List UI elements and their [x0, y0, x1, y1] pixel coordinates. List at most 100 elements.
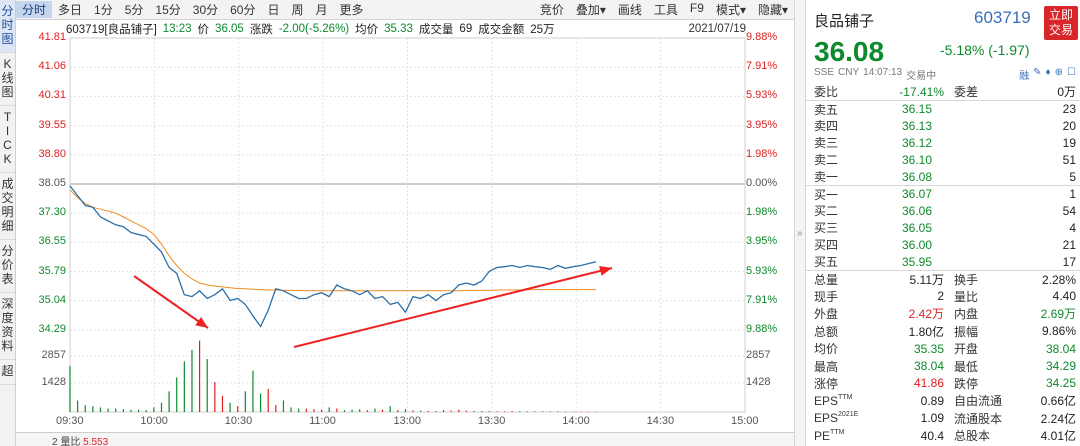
period-tab-9[interactable]: 月 [310, 1, 334, 18]
period-tab-8[interactable]: 周 [286, 1, 310, 18]
toolbar-item-3[interactable]: 工具 [648, 1, 684, 18]
quote-panel: 良品铺子 603719 立即 交易 36.08 -5.18% (-1.97) SS… [806, 0, 1080, 446]
order-book-row: 买五 35.95 17 [806, 253, 1080, 270]
stats-row: PETTM 40.4 总股本 4.01亿 [806, 427, 1080, 444]
order-book-price: 36.10 [901, 152, 932, 167]
price-value: 36.05 [215, 23, 244, 35]
stat-label: 总量 [814, 273, 839, 288]
panel-tool-icon-3[interactable]: ⊕ [1055, 67, 1063, 82]
intraday-chart[interactable] [16, 36, 794, 432]
period-tab-0[interactable]: 分时 [16, 1, 53, 18]
amount-label: 成交金额 [478, 24, 525, 36]
last-price: 36.08 [814, 36, 885, 67]
order-book-label: 买四 [814, 238, 839, 253]
exchange: SSE [814, 67, 835, 78]
y-tick-right: 9.88% [746, 323, 778, 335]
stat-value: 38.04 [1045, 341, 1076, 356]
side-tab-6[interactable]: 超 [0, 360, 15, 385]
stat-label: 总额 [814, 324, 839, 339]
panel-tool-icon-1[interactable]: ✎ [1033, 67, 1041, 82]
toolbar-item-1[interactable]: 叠加▾ [570, 1, 612, 18]
side-tab-2[interactable]: TICK [0, 106, 15, 173]
stat-value: 4.01亿 [1040, 429, 1076, 444]
side-tab-4[interactable]: 分价表 [0, 240, 15, 293]
volume-tick-left: 1428 [41, 376, 66, 388]
toolbar-item-4[interactable]: F9 [684, 1, 710, 18]
y-tick-left: 37.30 [38, 206, 66, 219]
period-tab-1[interactable]: 多日 [52, 1, 88, 18]
period-tab-3[interactable]: 5分 [119, 1, 150, 18]
market-status-line: SSE CNY 14:07:13 交易中 融 ✎ ♦ ⊕ ☐ [814, 67, 1076, 82]
vertical-tab-bar: 分时图K线图TICK成交明细分价表深度资料超 [0, 0, 16, 446]
volume-ratio-value: 5.553 [83, 437, 109, 446]
side-tab-char: T [3, 110, 12, 124]
order-book-volume: 1 [1069, 187, 1076, 202]
collapse-arrow-icon[interactable]: » [797, 228, 803, 239]
stock-code: 603719 [974, 8, 1031, 27]
stat-label: 涨停 [814, 376, 839, 391]
order-book-price: 35.95 [901, 254, 932, 269]
y-tick-left: 41.06 [38, 60, 66, 73]
stock-name: 良品铺子 [814, 13, 875, 30]
order-book-row: 买四 36.00 21 [806, 236, 1080, 253]
side-tab-0[interactable]: 分时图 [0, 0, 15, 53]
side-tab-char: 度 [1, 311, 14, 325]
panel-tool-icon-4[interactable]: ☐ [1067, 67, 1076, 82]
period-tab-6[interactable]: 60分 [224, 1, 261, 18]
panel-tool-icon-0[interactable]: 融 [1019, 67, 1029, 82]
panel-tool-icon-2[interactable]: ♦ [1046, 67, 1051, 82]
side-tab-char: 分 [1, 4, 14, 18]
x-tick: 10:00 [140, 415, 168, 427]
y-tick-left: 40.31 [38, 89, 66, 102]
annotation-arrow-up-shaft [293, 267, 613, 348]
panel-splitter[interactable]: » [794, 0, 806, 446]
trade-now-button[interactable]: 立即 交易 [1044, 6, 1078, 40]
order-book-row: 买一 36.07 1 [806, 185, 1080, 202]
volume-value: 69 [459, 23, 473, 35]
avg-value: 35.33 [384, 23, 413, 35]
period-tab-2[interactable]: 1分 [88, 1, 119, 18]
stat-label-sup: TTM [838, 393, 853, 401]
order-book-row: 卖五 36.15 23 [806, 100, 1080, 117]
stat-value: 9.86% [1041, 324, 1076, 339]
x-tick: 15:00 [731, 415, 759, 427]
y-tick-left: 36.55 [38, 235, 66, 248]
side-tab-5[interactable]: 深度资料 [0, 293, 15, 360]
stats-row: 均价 35.35 开盘 38.04 [806, 340, 1080, 357]
volume-tick-right: 2857 [746, 349, 771, 361]
period-tab-7[interactable]: 日 [261, 1, 285, 18]
stat-label: 开盘 [954, 342, 979, 357]
period-tab-5[interactable]: 30分 [187, 1, 224, 18]
toolbar-item-0[interactable]: 竞价 [534, 1, 570, 18]
period-tab-4[interactable]: 15分 [149, 1, 186, 18]
y-tick-right: 5.93% [746, 89, 778, 102]
stats-row: 外盘 2.42万 内盘 2.69万 [806, 305, 1080, 322]
order-book-label: 买五 [814, 255, 839, 270]
stats-row: 涨停 41.86 跌停 34.25 [806, 375, 1080, 392]
stat-value: 2.69万 [1040, 307, 1076, 322]
y-tick-left: 34.29 [38, 323, 66, 335]
toolbar-item-5[interactable]: 模式▾ [710, 1, 752, 18]
order-book-label: 卖三 [814, 136, 839, 151]
toolbar-item-2[interactable]: 画线 [612, 1, 648, 18]
toolbar-item-6[interactable]: 隐藏▾ [752, 1, 794, 18]
stats-row: 总量 5.11万 换手 2.28% [806, 270, 1080, 287]
side-tab-3[interactable]: 成交明细 [0, 173, 15, 240]
x-tick: 14:00 [562, 415, 590, 427]
side-tab-char: K [3, 57, 12, 71]
order-book-label: 买二 [814, 204, 839, 219]
chart-bottom-bar: 2 量比 5.553 [16, 432, 794, 446]
order-book-price: 36.06 [901, 203, 932, 218]
change-value: -2.00(-5.26%) [278, 23, 350, 35]
x-tick: 13:00 [393, 415, 422, 427]
stats-row: 最高 38.04 最低 34.29 [806, 357, 1080, 374]
order-book-label: 卖五 [814, 102, 839, 117]
order-book-price: 36.13 [901, 118, 932, 133]
side-tab-char: 深 [1, 297, 14, 311]
period-tab-10[interactable]: 更多 [334, 1, 370, 18]
y-tick-right: 1.98% [746, 147, 778, 160]
trading-status: 交易中 [906, 71, 937, 82]
quote-time: 13:23 [162, 23, 192, 35]
stat-label: 跌停 [954, 376, 979, 391]
side-tab-1[interactable]: K线图 [0, 53, 15, 106]
